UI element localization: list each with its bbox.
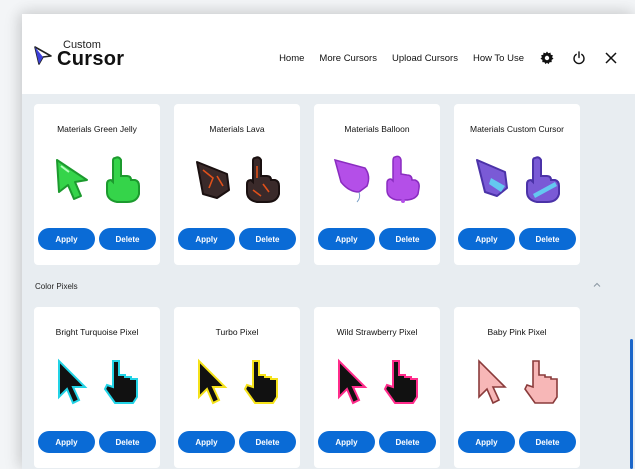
lava-arrow-icon (196, 161, 230, 199)
cursor-logo-icon (34, 45, 52, 65)
section-header[interactable]: Color Pixels (22, 282, 612, 298)
strawberry-pixel-arrow-icon (338, 358, 368, 405)
card-title: Materials Lava (209, 124, 265, 134)
cursor-preview (174, 357, 300, 409)
card-title: Bright Turquoise Pixel (55, 327, 139, 337)
card-title: Materials Custom Cursor (470, 124, 564, 134)
cursor-preview (34, 357, 160, 409)
chevron-up-icon[interactable] (592, 280, 602, 290)
cursor-preview (174, 154, 300, 206)
delete-button[interactable]: Delete (519, 431, 576, 453)
gear-icon[interactable] (539, 50, 555, 66)
apply-button[interactable]: Apply (178, 431, 235, 453)
cursor-card: Baby Pink Pixel Apply Delete (454, 307, 580, 468)
strawberry-pixel-hand-icon (383, 360, 418, 404)
balloon-arrow-icon (333, 158, 370, 203)
green-jelly-arrow-icon (56, 159, 88, 200)
top-nav: Home More Cursors Upload Cursors How To … (279, 50, 635, 66)
delete-button[interactable]: Delete (239, 431, 296, 453)
delete-button[interactable]: Delete (99, 431, 156, 453)
cursor-preview (34, 154, 160, 206)
turquoise-pixel-hand-icon (103, 360, 138, 404)
baby-pink-pixel-hand-icon (524, 360, 558, 404)
cursor-card: Turbo Pixel Apply Delete (174, 307, 300, 468)
logo-big-text: Cursor (57, 48, 125, 70)
app-window: Custom Cursor Home More Cursors Upload C… (22, 14, 635, 469)
turbo-pixel-arrow-icon (198, 358, 228, 405)
cursor-card: Materials Custom Cursor Apply Delete (454, 104, 580, 265)
nav-how-to-use[interactable]: How To Use (473, 53, 524, 64)
cursor-card: Wild Strawberry Pixel Apply Delete (314, 307, 440, 468)
close-icon[interactable] (603, 50, 619, 66)
scrollbar[interactable] (630, 339, 633, 469)
turquoise-pixel-arrow-icon (58, 358, 88, 405)
turbo-pixel-hand-icon (243, 360, 278, 404)
delete-button[interactable]: Delete (379, 228, 436, 250)
power-icon[interactable] (571, 50, 587, 66)
nav-upload-cursors[interactable]: Upload Cursors (392, 53, 458, 64)
card-title: Wild Strawberry Pixel (336, 327, 418, 337)
header: Custom Cursor Home More Cursors Upload C… (22, 14, 635, 94)
delete-button[interactable]: Delete (239, 228, 296, 250)
nav-more-cursors[interactable]: More Cursors (319, 53, 377, 64)
logo: Custom Cursor (32, 40, 124, 69)
apply-button[interactable]: Apply (318, 431, 375, 453)
delete-button[interactable]: Delete (519, 228, 576, 250)
card-title: Turbo Pixel (215, 327, 259, 337)
cursor-gallery: Materials Green Jelly Apply Delete Mater… (22, 94, 635, 469)
balloon-hand-icon (386, 155, 420, 203)
lava-hand-icon (246, 156, 280, 203)
cursor-card: Materials Balloon Apply Delete (314, 104, 440, 265)
delete-button[interactable]: Delete (379, 431, 436, 453)
materials-row: Materials Green Jelly Apply Delete Mater… (34, 104, 580, 265)
apply-button[interactable]: Apply (38, 228, 95, 250)
nav-home[interactable]: Home (279, 53, 304, 64)
cursor-card: Materials Green Jelly Apply Delete (34, 104, 160, 265)
apply-button[interactable]: Apply (38, 431, 95, 453)
custom-cursor-hand-icon (526, 156, 560, 203)
cursor-preview (314, 154, 440, 206)
cursor-card: Materials Lava Apply Delete (174, 104, 300, 265)
color-pixels-row: Bright Turquoise Pixel Apply Delete Turb… (34, 307, 580, 468)
cursor-preview (454, 357, 580, 409)
section-title: Color Pixels (35, 282, 78, 291)
card-title: Baby Pink Pixel (487, 327, 547, 337)
delete-button[interactable]: Delete (99, 228, 156, 250)
apply-button[interactable]: Apply (458, 228, 515, 250)
card-title: Materials Green Jelly (57, 124, 137, 134)
cursor-preview (454, 154, 580, 206)
baby-pink-pixel-arrow-icon (478, 359, 507, 405)
custom-cursor-arrow-icon (476, 159, 508, 197)
card-title: Materials Balloon (344, 124, 410, 134)
green-jelly-hand-icon (106, 156, 140, 203)
cursor-card: Bright Turquoise Pixel Apply Delete (34, 307, 160, 468)
apply-button[interactable]: Apply (458, 431, 515, 453)
apply-button[interactable]: Apply (318, 228, 375, 250)
cursor-preview (314, 357, 440, 409)
apply-button[interactable]: Apply (178, 228, 235, 250)
